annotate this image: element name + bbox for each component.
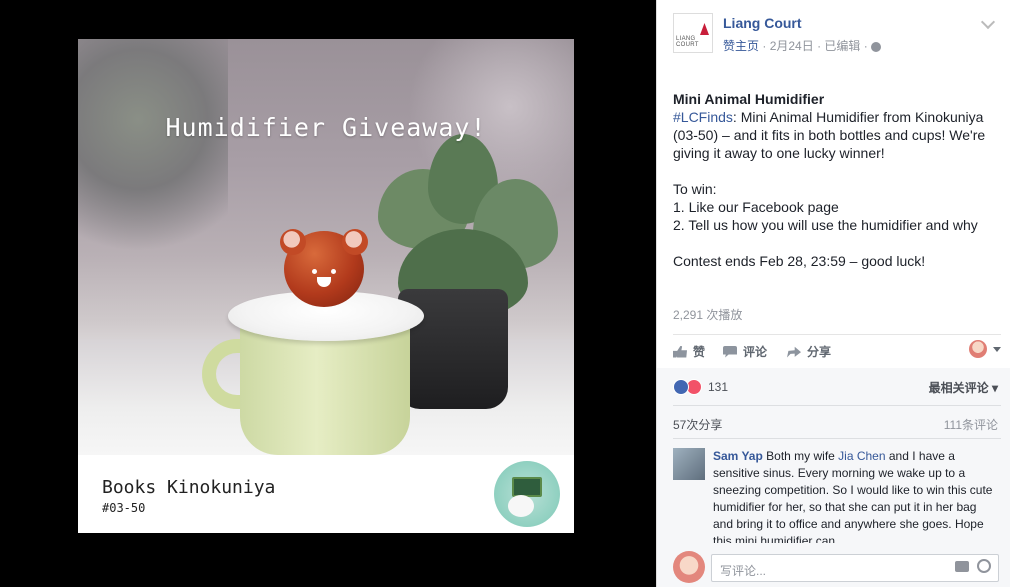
bear-eye xyxy=(312,269,317,274)
page-name-link[interactable]: Liang Court xyxy=(723,15,802,31)
divider xyxy=(673,438,1001,439)
meta-separator: · xyxy=(863,39,872,53)
step-2: 2. Tell us how you will use the humidifi… xyxy=(673,217,978,233)
page-logo-text: LIANG COURT xyxy=(676,36,699,48)
globe-icon xyxy=(871,41,882,52)
store-name: Books Kinokuniya xyxy=(102,477,276,498)
share-button[interactable]: 分享 xyxy=(787,343,831,360)
to-win-label: To win: xyxy=(673,181,717,197)
post-date[interactable]: 2月24日 xyxy=(770,39,814,53)
store-unit: #03-50 xyxy=(102,501,146,515)
edited-label[interactable]: 已编辑 xyxy=(824,39,860,53)
action-bar: 赞 评论 分享 xyxy=(673,340,1001,362)
comment-sort-label: 最相关评论 xyxy=(928,381,989,395)
current-user-avatar xyxy=(673,551,705,583)
comment-count-link[interactable]: 111条评论 xyxy=(944,416,998,433)
photo-viewer: Humidifier Giveaway! Books Kinokuniya #0… xyxy=(0,0,1010,587)
mascot-icon xyxy=(508,495,534,517)
chalkboard-icon xyxy=(512,477,542,497)
comment-item: Sam Yap Both my wife Jia Chen and I have… xyxy=(673,448,999,543)
share-icon xyxy=(787,346,801,358)
page-avatar[interactable]: LIANG COURT xyxy=(673,13,713,53)
bear-humidifier xyxy=(280,229,368,307)
bear-face xyxy=(308,265,340,289)
like-reaction-icon xyxy=(673,379,689,395)
hashtag-link[interactable]: #LCFinds xyxy=(673,109,733,125)
comment-sort-dropdown[interactable]: 最相关评论 ▾ xyxy=(929,379,998,396)
like-page-link[interactable]: 赞主页 xyxy=(723,39,759,53)
meta-separator: · xyxy=(762,39,770,53)
page-logo-mark-icon xyxy=(700,23,709,35)
post-header: LIANG COURT Liang Court 赞主页 · 2月24日 · 已编… xyxy=(673,13,996,57)
mention-link[interactable]: Jia Chen xyxy=(838,449,885,463)
chevron-down-icon[interactable] xyxy=(993,347,1001,352)
share-count-link[interactable]: 57次分享 xyxy=(673,416,722,433)
comment-text-b: and I have a sensitive sinus. Every morn… xyxy=(713,449,993,543)
divider xyxy=(673,334,1001,335)
like-label: 赞 xyxy=(693,345,706,359)
comment-text-a: Both my wife xyxy=(762,449,839,463)
comment-body: Sam Yap Both my wife Jia Chen and I have… xyxy=(713,448,997,543)
step-1: 1. Like our Facebook page xyxy=(673,199,839,215)
like-button[interactable]: 赞 xyxy=(673,343,705,360)
post-text: Mini Animal Humidifier #LCFinds: Mini An… xyxy=(673,90,1001,270)
kinokuniya-logo-icon xyxy=(494,461,560,527)
comment-label: 评论 xyxy=(743,345,768,359)
post-options-chevron-icon[interactable] xyxy=(980,14,996,30)
post-line1: #LCFinds: Mini Animal Humidifier from Ki… xyxy=(673,108,1001,162)
post-title: Mini Animal Humidifier xyxy=(673,91,825,107)
background-blur xyxy=(78,39,228,269)
photo-caption-strip: Books Kinokuniya #03-50 xyxy=(78,455,574,533)
contest-ending: Contest ends Feb 28, 23:59 – good luck! xyxy=(673,253,926,269)
camera-icon[interactable] xyxy=(955,561,969,572)
comment-button[interactable]: 评论 xyxy=(723,343,767,360)
bear-ear xyxy=(280,229,306,255)
thumbs-up-icon xyxy=(673,345,687,358)
photo-headline: Humidifier Giveaway! xyxy=(165,113,487,142)
reaction-count: 131 xyxy=(708,380,729,394)
comment-icon xyxy=(723,345,737,358)
divider xyxy=(673,405,1001,406)
emoji-icon[interactable] xyxy=(977,559,991,573)
comment-composer: 写评论... xyxy=(673,551,999,583)
view-count: 2,291 次播放 xyxy=(673,308,743,322)
bear-ear xyxy=(342,229,368,255)
commenter-name[interactable]: Sam Yap xyxy=(713,449,763,463)
bear-eye xyxy=(331,269,336,274)
share-label: 分享 xyxy=(807,345,832,359)
chevron-down-icon: ▾ xyxy=(988,381,998,395)
post-photo[interactable]: Humidifier Giveaway! Books Kinokuniya #0… xyxy=(78,39,574,533)
reactions-summary[interactable]: 131 xyxy=(673,378,728,396)
post-meta: 赞主页 · 2月24日 · 已编辑 · xyxy=(723,37,882,54)
bear-mouth xyxy=(317,277,331,287)
viewer-avatar[interactable] xyxy=(969,340,987,358)
media-pane: Humidifier Giveaway! Books Kinokuniya #0… xyxy=(0,0,656,587)
commenter-avatar[interactable] xyxy=(673,448,705,480)
post-side-panel: LIANG COURT Liang Court 赞主页 · 2月24日 · 已编… xyxy=(656,0,1010,587)
photo-scene: Humidifier Giveaway! xyxy=(78,39,574,455)
mug xyxy=(240,324,410,455)
